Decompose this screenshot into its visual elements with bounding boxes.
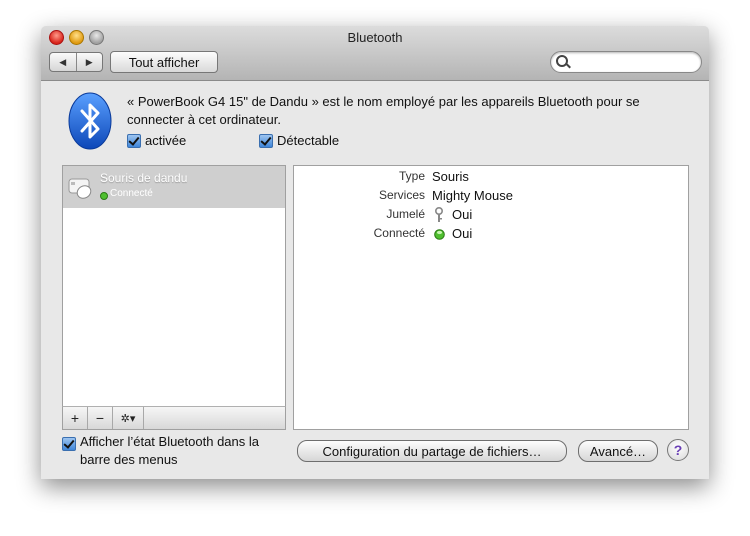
- search-icon: [556, 55, 568, 67]
- help-button[interactable]: ?: [667, 439, 689, 461]
- forward-button[interactable]: ▶: [77, 53, 103, 71]
- discoverable-checkbox[interactable]: Détectable: [259, 133, 339, 148]
- device-name: Souris de dandu: [100, 171, 188, 185]
- device-details-panel: Type Souris Services Mighty Mouse Jumelé…: [293, 165, 689, 430]
- search-input[interactable]: [550, 51, 702, 73]
- mouse-icon: [68, 178, 92, 199]
- add-device-button[interactable]: +: [63, 407, 88, 429]
- device-list-toolbar: + − ✲▾: [62, 406, 286, 430]
- checkbox-checked-icon: [62, 437, 76, 451]
- bluetooth-preferences-window: Bluetooth ◀ ▶ Tout afficher « PowerBook …: [41, 26, 709, 479]
- detail-value: Oui: [452, 207, 473, 222]
- detail-row-services: Services Mighty Mouse: [294, 188, 688, 206]
- menu-status-label: Afficher l’état Bluetooth dans la barre …: [80, 434, 259, 467]
- detail-row-type: Type Souris: [294, 169, 688, 187]
- device-list: Souris de dandu Connecté: [62, 165, 286, 430]
- detail-label: Connecté: [373, 226, 425, 240]
- advanced-button[interactable]: Avancé…: [578, 440, 658, 462]
- bluetooth-enabled-label: activée: [145, 133, 187, 148]
- bluetooth-enabled-checkbox[interactable]: activée: [127, 133, 186, 148]
- detail-value: Mighty Mouse: [432, 188, 513, 203]
- window-title: Bluetooth: [347, 30, 403, 45]
- file-sharing-setup-button[interactable]: Configuration du partage de fichiers…: [297, 440, 567, 462]
- discoverable-label: Détectable: [277, 133, 340, 148]
- device-row[interactable]: Souris de dandu Connecté: [63, 166, 285, 208]
- connected-status-icon: [100, 192, 108, 200]
- detail-label: Services: [378, 188, 425, 202]
- detail-value: Souris: [432, 169, 469, 184]
- remove-device-button[interactable]: −: [88, 407, 113, 429]
- green-status-icon: [434, 229, 445, 240]
- back-button[interactable]: ◀: [50, 53, 77, 71]
- show-all-button[interactable]: Tout afficher: [110, 51, 218, 73]
- detail-row-paired: Jumelé Oui: [294, 207, 688, 225]
- checkbox-checked-icon: [259, 133, 273, 148]
- key-icon: [435, 207, 443, 222]
- checkbox-checked-icon: [127, 133, 141, 148]
- gear-menu-button[interactable]: ✲▾: [113, 407, 144, 429]
- detail-value: Oui: [452, 226, 473, 241]
- device-status: Connecté: [110, 188, 153, 199]
- detail-label: Jumelé: [386, 207, 425, 221]
- detail-row-connected: Connecté Oui: [294, 226, 688, 244]
- detail-label: Type: [398, 169, 425, 183]
- back-forward-control: ◀ ▶: [49, 52, 103, 72]
- computer-name-description: « PowerBook G4 15" de Dandu » est le nom…: [127, 94, 640, 127]
- bluetooth-logo-icon: [68, 92, 112, 150]
- window-titlebar: Bluetooth ◀ ▶ Tout afficher: [41, 26, 709, 81]
